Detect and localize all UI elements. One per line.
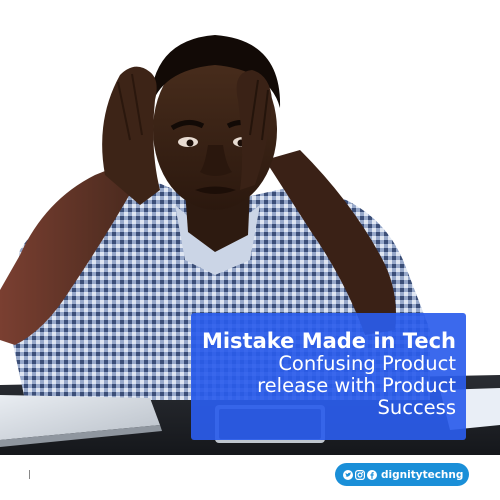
tiny-mark xyxy=(29,470,30,479)
social-icons xyxy=(343,469,377,480)
instagram-icon xyxy=(355,469,365,480)
caption-subtitle: Confusing Product release with Product S… xyxy=(257,352,456,419)
facebook-icon xyxy=(367,469,377,480)
caption-box: Mistake Made in Tech Confusing Product r… xyxy=(191,313,466,440)
brand-badge[interactable]: dignitytechng xyxy=(335,463,469,486)
brand-handle: dignitytechng xyxy=(381,468,464,481)
caption-title: Mistake Made in Tech xyxy=(201,329,456,353)
twitter-icon xyxy=(343,469,353,480)
